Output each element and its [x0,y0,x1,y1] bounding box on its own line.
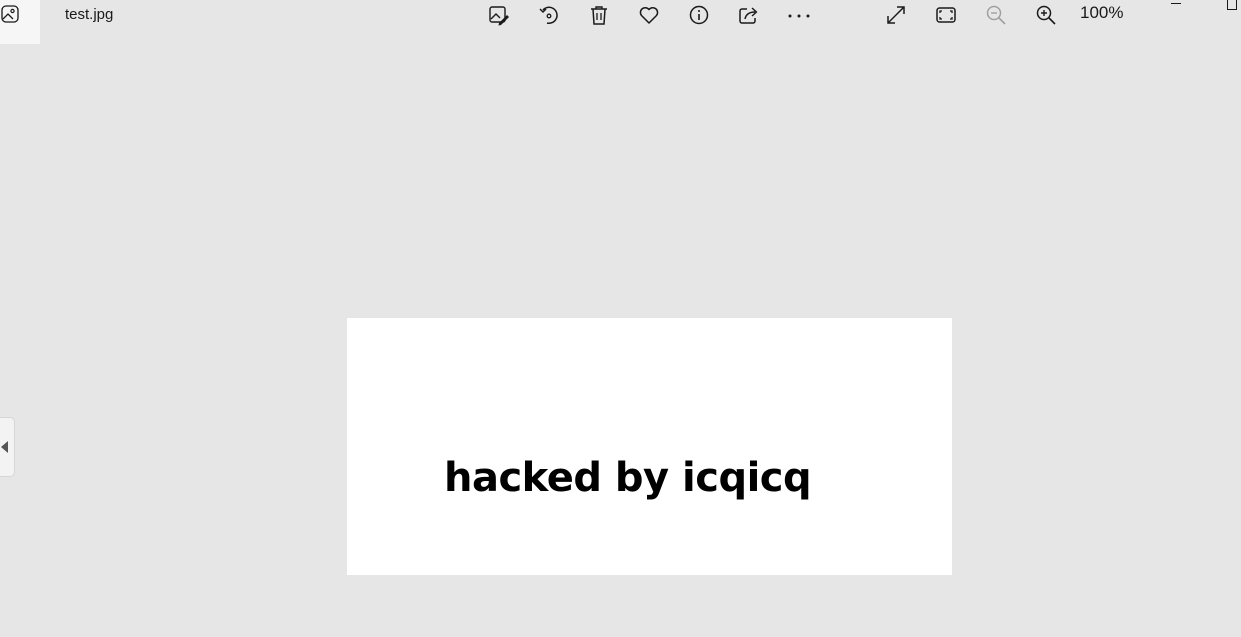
share-button[interactable] [729,0,769,30]
zoom-level-indicator[interactable]: 100% [1080,4,1123,22]
delete-button[interactable] [579,0,619,30]
zoom-out-icon [986,5,1006,25]
zoom-in-button[interactable] [1026,0,1066,30]
share-icon [739,7,758,24]
photo-viewer-window: test.jpg 100% hacked by icqicq [0,0,1241,637]
app-icon-tile [0,0,40,44]
fullscreen-button[interactable] [876,0,916,30]
edit-image-button[interactable] [479,0,519,30]
zoom-in-icon [1036,5,1056,25]
rotate-button[interactable] [529,0,569,30]
more-icon [788,14,810,18]
filmstrip-toggle-button[interactable] [0,417,15,477]
file-name-title: test.jpg [65,6,114,23]
heart-icon [639,7,659,24]
photos-app-icon [1,5,19,23]
fit-to-window-button[interactable] [926,0,966,30]
expand-icon [887,6,905,24]
maximize-button[interactable] [1227,0,1237,10]
caret-left-icon [1,441,8,453]
rotate-icon [539,6,558,25]
zoom-out-button[interactable] [976,0,1016,30]
image-text: hacked by icqicq [444,455,812,501]
fit-icon [936,7,956,23]
info-icon [689,5,709,25]
edit-image-icon [489,6,509,26]
trash-icon [591,6,607,25]
more-options-button[interactable] [779,0,819,30]
file-info-button[interactable] [679,0,719,30]
displayed-image: hacked by icqicq [347,318,952,575]
favorite-button[interactable] [629,0,669,30]
title-bar: test.jpg 100% [0,0,1241,44]
minimize-button[interactable] [1171,0,1183,6]
